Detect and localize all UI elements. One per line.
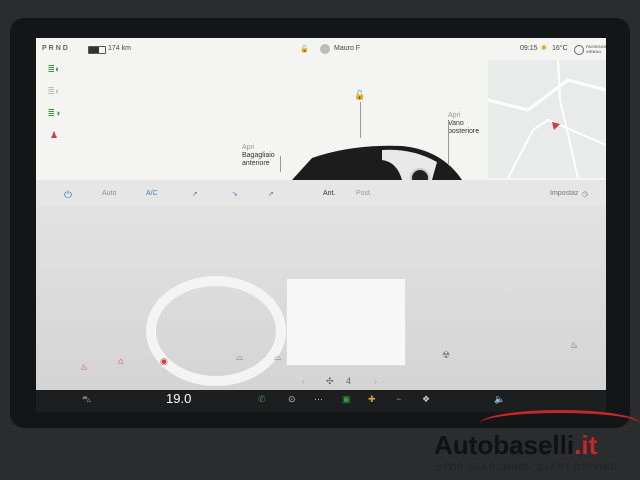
climate-controls: ⏻ Auto A/C ➚ ➘ ⇗ Ant. Post. Impostaz ◷ bbox=[36, 184, 606, 204]
auto-button[interactable]: Auto bbox=[102, 190, 116, 197]
steering-heater-icon[interactable]: ◉ bbox=[160, 356, 168, 367]
driver-profile[interactable]: Mauro F bbox=[334, 45, 360, 52]
trunk-label: Vano posteriore bbox=[448, 120, 480, 135]
climate-panel: ⏻ Auto A/C ➚ ➘ ⇗ Ant. Post. Impostaz ◷ ✣… bbox=[36, 180, 606, 390]
climate-bottom-row: ♨ ⌂ ◉ ⌓ ⌓ ☢ ♨ bbox=[36, 340, 606, 390]
bottom-dock: ⛍ 19.0 ✆ ⊙ ⋯ ▣ ✚ ⌁ ❖ 🔈 bbox=[36, 390, 606, 412]
map-roads bbox=[487, 59, 606, 179]
airflow-windshield-icon[interactable]: ⇗ bbox=[268, 190, 274, 198]
profile-icon[interactable] bbox=[320, 44, 330, 54]
logo-brand: Autobaselli bbox=[434, 430, 575, 460]
passenger-airbag-label: PASSENGER AIRBAG bbox=[586, 44, 606, 54]
frunk-action: Apri bbox=[242, 144, 255, 151]
seat-heater-driver-icon[interactable]: ♨ bbox=[80, 362, 88, 373]
climate-settings-link[interactable]: Impostaz bbox=[550, 190, 578, 197]
toybox-icon[interactable]: ✚ bbox=[368, 394, 376, 405]
gear-indicator: PRND bbox=[42, 45, 70, 52]
rear-zone-tab[interactable]: Post. bbox=[356, 190, 372, 197]
indicator-column: ≣◐ ≣◐ ≣◑ ♟ bbox=[46, 64, 62, 152]
rear-defrost-icon[interactable]: ⌂ bbox=[118, 356, 123, 366]
fog-light-icon: ≣◑ bbox=[47, 108, 61, 118]
power-icon[interactable]: ⏻ bbox=[64, 190, 72, 201]
clock: 09:15 bbox=[520, 45, 538, 52]
airflow-feet-icon[interactable]: ➘ bbox=[232, 190, 238, 198]
battery-icon bbox=[88, 46, 106, 54]
front-zone-tab[interactable]: Ant. bbox=[323, 190, 335, 197]
cabin-temperature[interactable]: 19.0 bbox=[166, 391, 191, 406]
parking-light-icon: ≣◐ bbox=[47, 86, 61, 96]
range-readout: 174 km bbox=[108, 45, 131, 52]
frunk-label: Bagagliaio anteriore bbox=[242, 152, 275, 167]
clock-icon[interactable]: ◷ bbox=[582, 190, 588, 198]
car-illustration bbox=[292, 145, 462, 180]
recirculation-icon[interactable]: ☢ bbox=[442, 350, 450, 361]
passenger-airbag-icon bbox=[574, 45, 584, 55]
lock-pointer-line bbox=[360, 102, 361, 138]
seatbelt-warning-icon: ♟ bbox=[49, 130, 59, 140]
lock-icon[interactable]: 🔓 bbox=[300, 45, 309, 53]
seat-heater-passenger-icon[interactable]: ♨ bbox=[570, 340, 578, 351]
frunk-control[interactable]: Apri Bagagliaio anteriore bbox=[242, 144, 288, 168]
status-bar: PRND 174 km 🔓 Mauro F 09:15 ✺ 16°C PASSE… bbox=[36, 38, 606, 60]
center-display-image bbox=[286, 278, 406, 366]
car-icon[interactable]: ⛍ bbox=[82, 394, 91, 406]
more-apps-icon[interactable]: ⋯ bbox=[314, 394, 323, 405]
energy-icon[interactable]: ⌁ bbox=[396, 394, 401, 405]
volume-icon[interactable]: 🔈 bbox=[494, 394, 505, 405]
location-arrow-icon bbox=[552, 122, 560, 130]
navigation-map[interactable] bbox=[487, 59, 606, 179]
sun-icon: ✺ bbox=[541, 45, 547, 52]
trunk-control[interactable]: Apri Vano posteriore bbox=[448, 112, 488, 136]
logo-tagline: STOP SEARCHING. START DRIVING. bbox=[436, 462, 623, 472]
logo-tld: .it bbox=[574, 430, 598, 460]
phone-icon[interactable]: ✆ bbox=[258, 394, 266, 405]
touchscreen: PRND 174 km 🔓 Mauro F 09:15 ✺ 16°C PASSE… bbox=[36, 38, 606, 390]
dealer-logo: Autobaselli.it bbox=[434, 430, 597, 461]
ac-button[interactable]: A/C bbox=[146, 190, 158, 197]
airflow-face-icon[interactable]: ➚ bbox=[192, 190, 198, 198]
rear-window-icon[interactable]: ⌓ bbox=[274, 352, 281, 363]
camera-icon[interactable]: ⊙ bbox=[288, 394, 296, 405]
calendar-icon[interactable]: ▣ bbox=[342, 394, 351, 405]
front-defrost-icon[interactable]: ⌓ bbox=[236, 352, 243, 363]
outside-temperature: 16°C bbox=[552, 45, 568, 52]
trunk-action: Apri bbox=[448, 112, 461, 119]
tidal-icon[interactable]: ❖ bbox=[422, 394, 430, 405]
frunk-pointer-line bbox=[280, 156, 281, 172]
headlight-icon: ≣◐ bbox=[47, 64, 61, 74]
door-lock-icon[interactable]: 🔓 bbox=[354, 90, 365, 101]
